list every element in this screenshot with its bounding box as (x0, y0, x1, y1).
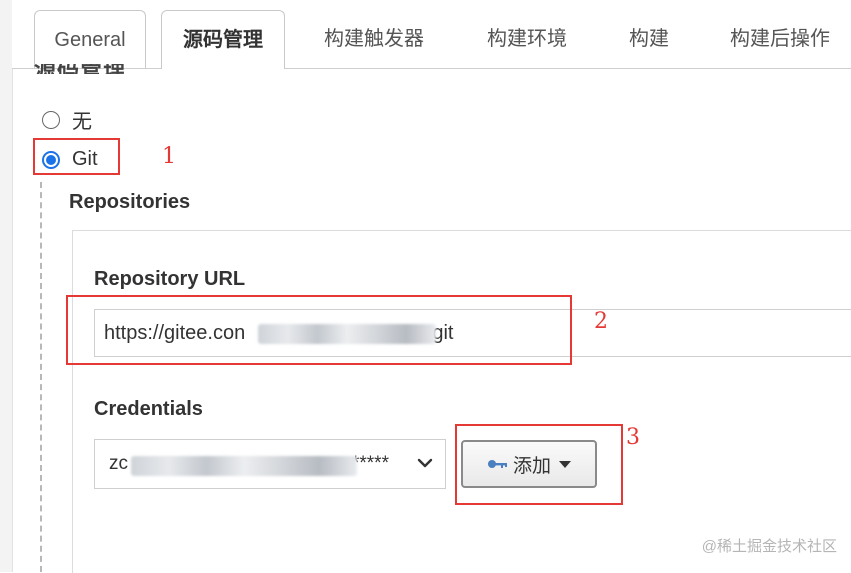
annotation-number-2: 2 (594, 309, 608, 334)
annotation-number-3: 3 (626, 425, 640, 450)
repositories-heading: Repositories (69, 191, 191, 213)
annotation-box-1 (33, 138, 120, 175)
tab-source-management[interactable]: 源码管理 (161, 10, 285, 69)
chevron-down-icon (417, 458, 433, 468)
tab-bar: General 源码管理 构建触发器 构建环境 构建 构建后操作 (12, 0, 851, 69)
tab-general[interactable]: General (34, 10, 146, 68)
section-heading-text: 源码管理 (34, 64, 184, 74)
left-gutter (0, 0, 13, 572)
scm-none-label: 无 (72, 111, 92, 133)
annotation-number-1: 1 (162, 144, 176, 169)
radio-none[interactable] (42, 110, 60, 129)
section-heading-clipped: 源码管理 (34, 64, 184, 74)
tab-build-environment[interactable]: 构建环境 (467, 10, 587, 68)
tab-build-triggers[interactable]: 构建触发器 (304, 10, 444, 68)
repository-url-label: Repository URL (94, 268, 246, 290)
watermark: @稀土掘金技术社区 (701, 538, 837, 555)
credentials-suffix: ***** (352, 453, 389, 474)
credentials-label: Credentials (94, 398, 203, 420)
tab-post-build[interactable]: 构建后操作 (710, 10, 850, 68)
annotation-box-3 (455, 424, 623, 505)
git-section-guide-line (40, 182, 42, 572)
redacted-credentials-blur (131, 456, 357, 476)
credentials-select[interactable]: zc ***** (94, 439, 446, 489)
tab-build[interactable]: 构建 (609, 10, 689, 68)
annotation-box-2 (66, 295, 572, 365)
scm-none-option[interactable]: 无 (42, 105, 92, 134)
credentials-prefix: zc (109, 453, 128, 474)
